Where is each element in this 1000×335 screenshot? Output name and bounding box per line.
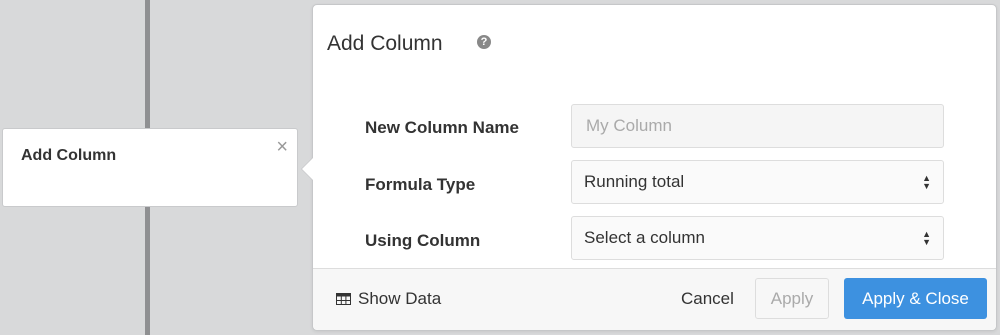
cancel-button[interactable]: Cancel bbox=[681, 289, 734, 309]
show-data-label: Show Data bbox=[358, 289, 442, 308]
sort-caret-icon: ▲ ▼ bbox=[922, 173, 931, 191]
new-column-name-label: New Column Name bbox=[365, 118, 519, 137]
panel-pointer-inner bbox=[302, 158, 313, 180]
table-icon bbox=[336, 293, 351, 305]
close-icon[interactable]: × bbox=[276, 137, 288, 157]
sort-caret-icon: ▲ ▼ bbox=[922, 229, 931, 247]
formula-type-label: Formula Type bbox=[365, 175, 476, 194]
panel-footer: Show Data Cancel Apply Apply & Close bbox=[313, 268, 996, 330]
new-column-name-input[interactable] bbox=[584, 115, 931, 137]
show-data-button[interactable]: Show Data bbox=[336, 289, 441, 309]
question-circle-icon[interactable]: ? bbox=[477, 35, 491, 49]
using-column-label: Using Column bbox=[365, 231, 481, 250]
apply-button[interactable]: Apply bbox=[755, 278, 829, 319]
add-column-tooltip: Add Column × bbox=[2, 128, 298, 207]
add-column-panel: Add Column ? New Column Name Formula Typ… bbox=[301, 4, 997, 331]
formula-type-value: Running total bbox=[584, 172, 685, 191]
using-column-value: Select a column bbox=[584, 228, 705, 247]
apply-and-close-button[interactable]: Apply & Close bbox=[844, 278, 987, 319]
new-column-name-field[interactable] bbox=[571, 104, 944, 148]
formula-type-select[interactable]: Running total ▲ ▼ bbox=[571, 160, 944, 204]
tooltip-title: Add Column bbox=[21, 147, 117, 164]
using-column-select[interactable]: Select a column ▲ ▼ bbox=[571, 216, 944, 260]
panel-title: Add Column bbox=[327, 32, 443, 55]
